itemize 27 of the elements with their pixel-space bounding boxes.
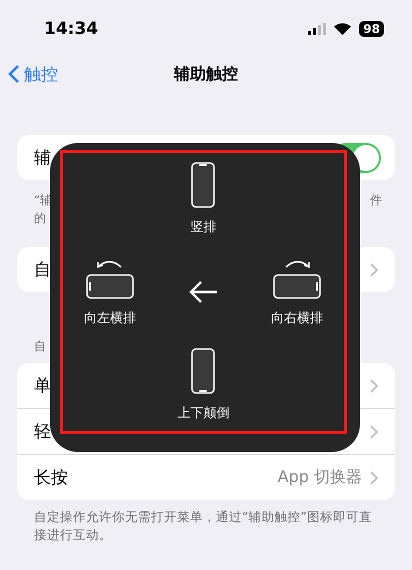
wifi-icon <box>334 23 352 35</box>
menu-option[interactable]: 竖排 <box>190 218 216 236</box>
battery-level: 98 <box>359 21 384 37</box>
footer-text: 自定操作允许你无需打开菜单，通过“辅助触控”图标即可直接进行互动。 <box>34 508 373 544</box>
menu-option[interactable]: 上下颠倒 <box>177 404 230 422</box>
phone-icon <box>191 162 216 208</box>
row-label: 单 <box>34 375 51 397</box>
footer-text: 的 <box>34 210 47 227</box>
menu-option[interactable]: 向左横排 <box>84 308 136 327</box>
signal-icon <box>308 23 326 35</box>
row-label: 长按 <box>34 467 68 489</box>
back-arrow-icon[interactable] <box>188 280 218 304</box>
footer-text: 件 <box>370 192 382 209</box>
phone-icon <box>191 348 216 394</box>
page-title: 辅助触控 <box>174 64 238 84</box>
section-header: 自 <box>34 338 46 355</box>
status-time: 14:34 <box>44 19 98 39</box>
row-label: 辅 <box>34 147 51 169</box>
back-chevron-icon[interactable] <box>8 64 20 84</box>
chevron-icon <box>370 424 378 438</box>
row-label: 自 <box>34 259 51 281</box>
row-label: 轻 <box>34 421 51 443</box>
chevron-icon <box>370 470 378 484</box>
chevron-icon <box>370 262 378 276</box>
chevron-icon <box>370 378 378 392</box>
menu-option[interactable]: 向右横排 <box>271 308 324 327</box>
row-value: App 切换器 <box>278 467 362 488</box>
